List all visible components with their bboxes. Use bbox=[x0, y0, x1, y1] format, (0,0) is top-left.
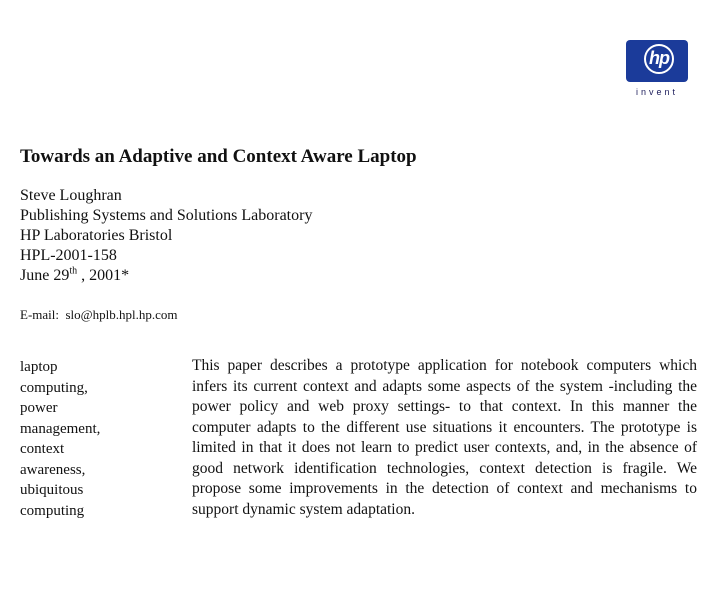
email-label: E-mail: bbox=[20, 307, 59, 322]
hp-logo-text: hp bbox=[649, 48, 670, 68]
report-date: June 29th , 2001* bbox=[20, 266, 312, 286]
paper-title: Towards an Adaptive and Context Aware La… bbox=[20, 146, 417, 167]
author-info: Steve Loughran Publishing Systems and So… bbox=[20, 186, 312, 286]
abstract-text: This paper describes a prototype applica… bbox=[192, 357, 697, 518]
keyword-line: computing, bbox=[20, 379, 88, 396]
keywords-column: laptop computing, power management, cont… bbox=[20, 357, 100, 521]
keyword-line: computing bbox=[20, 502, 85, 519]
email-address: slo@hplb.hpl.hp.com bbox=[65, 307, 178, 322]
keyword-line: laptop bbox=[20, 359, 58, 375]
keyword-line: awareness, bbox=[20, 461, 86, 478]
lab-location: HP Laboratories Bristol bbox=[20, 227, 173, 244]
keyword-line: ubiquitous bbox=[20, 482, 84, 498]
date-rest: , 2001* bbox=[77, 267, 130, 284]
logo-tagline: invent bbox=[635, 87, 679, 97]
hp-logo-badge: hp bbox=[626, 40, 688, 82]
date-prefix: June 29 bbox=[20, 267, 70, 284]
report-number: HPL-2001-158 bbox=[20, 247, 117, 264]
keyword-line: power bbox=[20, 400, 58, 416]
hp-invent-logo: hp invent bbox=[624, 38, 690, 98]
author-name: Steve Loughran bbox=[20, 187, 122, 204]
email-line: E-mail: slo@hplb.hpl.hp.com bbox=[20, 307, 178, 323]
lab-name: Publishing Systems and Solutions Laborat… bbox=[20, 207, 313, 224]
date-ordinal: th bbox=[69, 265, 78, 277]
keyword-line: management, bbox=[20, 420, 101, 437]
keyword-line: context bbox=[20, 441, 65, 457]
